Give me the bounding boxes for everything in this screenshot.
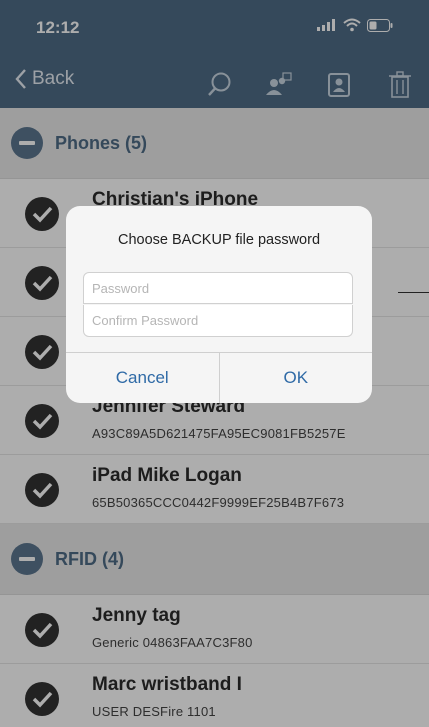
callout-line bbox=[398, 292, 429, 293]
password-dialog: Choose BACKUP file password Cancel OK bbox=[66, 206, 372, 403]
app-screen: 12:12 Back Phones (5) Christian's iPhone… bbox=[0, 0, 429, 727]
ok-button[interactable]: OK bbox=[220, 353, 373, 403]
dialog-buttons: Cancel OK bbox=[66, 352, 372, 403]
confirm-password-field[interactable] bbox=[83, 305, 353, 337]
dialog-title: Choose BACKUP file password bbox=[117, 232, 321, 248]
cancel-button[interactable]: Cancel bbox=[66, 353, 220, 403]
password-field[interactable] bbox=[83, 272, 353, 304]
